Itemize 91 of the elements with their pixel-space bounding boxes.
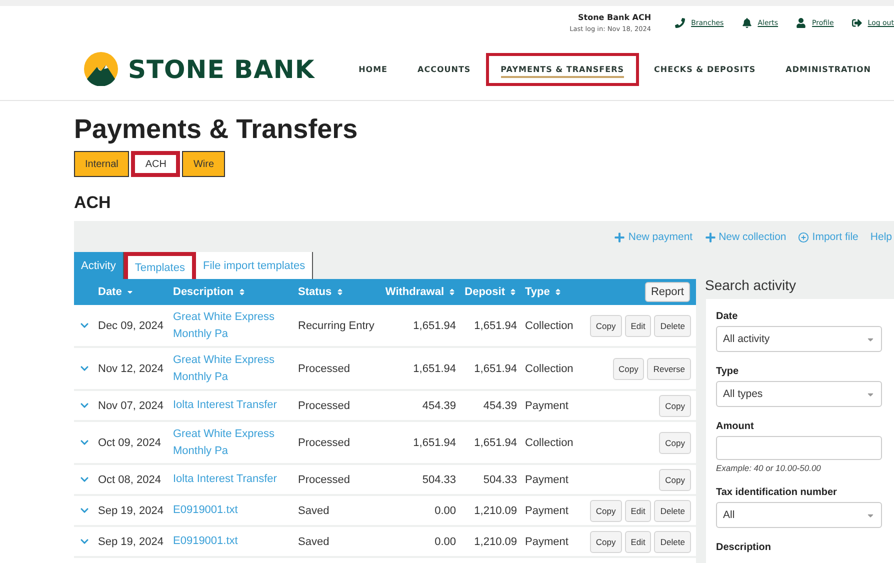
field-label: Tax identification number bbox=[716, 487, 838, 498]
nav-item[interactable]: CHECKS & DEPOSITS bbox=[639, 52, 771, 86]
search-title: Search activity bbox=[705, 276, 798, 295]
user-name: Stone Bank ACH bbox=[578, 13, 652, 22]
status-cell: Saved bbox=[298, 504, 330, 516]
row-action-button[interactable]: Copy bbox=[590, 500, 622, 522]
withdrawal-cell: 1,651.94 bbox=[413, 320, 456, 332]
deposit-cell: 1,651.94 bbox=[474, 362, 517, 374]
status-cell: Processed bbox=[298, 362, 350, 374]
tab[interactable]: ACH bbox=[131, 151, 180, 177]
row-action-button[interactable]: Copy bbox=[659, 394, 691, 416]
type-cell: Collection bbox=[525, 362, 574, 374]
chevron-down-icon[interactable] bbox=[80, 438, 89, 447]
date-cell: Oct 09, 2024 bbox=[98, 436, 161, 448]
row-action-button[interactable]: Copy bbox=[659, 468, 691, 490]
chevron-down-icon[interactable] bbox=[80, 321, 89, 330]
row-action-button[interactable]: Edit bbox=[624, 500, 652, 522]
field-label: Type bbox=[716, 366, 740, 377]
select-field[interactable]: All types bbox=[716, 381, 882, 407]
select-value: All types bbox=[723, 388, 763, 400]
deposit-cell: 1,210.09 bbox=[474, 536, 517, 548]
withdrawal-cell: 0.00 bbox=[434, 536, 456, 548]
status-cell: Recurring Entry bbox=[298, 320, 374, 332]
select-field[interactable]: All activity bbox=[716, 326, 882, 352]
date-cell: Oct 08, 2024 bbox=[98, 474, 161, 486]
nav-item[interactable]: ADMINISTRATION bbox=[770, 52, 886, 86]
chevron-down-icon[interactable] bbox=[80, 364, 89, 373]
plus-icon bbox=[614, 232, 626, 242]
mountain-logo-icon bbox=[84, 52, 118, 86]
page-title: Payments & Transfers bbox=[74, 114, 359, 145]
status-cell: Processed bbox=[298, 400, 350, 412]
field-label: Date bbox=[716, 311, 739, 322]
withdrawal-cell: 1,651.94 bbox=[413, 362, 456, 374]
nav-item[interactable]: ACCOUNTS bbox=[402, 52, 486, 86]
row-action-button[interactable]: Delete bbox=[654, 530, 691, 552]
chevron-down-icon[interactable] bbox=[80, 401, 89, 410]
withdrawal-cell: 0.00 bbox=[434, 504, 456, 516]
phone-icon bbox=[675, 18, 686, 28]
bell-icon bbox=[742, 18, 752, 28]
row-action-button[interactable]: Reverse bbox=[647, 358, 691, 380]
date-cell: Sep 19, 2024 bbox=[98, 504, 164, 516]
date-cell: Sep 19, 2024 bbox=[98, 536, 164, 548]
plus-icon bbox=[704, 232, 716, 242]
user-icon bbox=[796, 18, 806, 28]
date-cell: Dec 09, 2024 bbox=[98, 320, 164, 332]
withdrawal-cell: 504.33 bbox=[422, 474, 456, 486]
field-hint: Example: 40 or 10.00-50.00 bbox=[716, 463, 822, 473]
row-action-button[interactable]: Edit bbox=[624, 314, 652, 336]
logo-text: STONE BANK bbox=[128, 54, 315, 84]
type-cell: Payment bbox=[525, 536, 568, 548]
field-label: Description bbox=[716, 542, 772, 553]
type-cell: Payment bbox=[525, 504, 568, 516]
report-button[interactable]: Report bbox=[644, 282, 690, 302]
date-cell: Nov 07, 2024 bbox=[98, 400, 164, 412]
chevron-down-icon[interactable] bbox=[80, 537, 89, 546]
logout-icon bbox=[852, 18, 862, 28]
select-value: All activity bbox=[723, 333, 770, 345]
section-title: ACH bbox=[74, 193, 112, 213]
deposit-cell: 1,210.09 bbox=[474, 504, 517, 516]
deposit-cell: 504.33 bbox=[483, 474, 517, 486]
row-action-button[interactable]: Edit bbox=[624, 530, 652, 552]
type-cell: Collection bbox=[525, 436, 574, 448]
tab[interactable]: Wire bbox=[182, 151, 226, 177]
row-action-button[interactable]: Copy bbox=[659, 432, 691, 454]
deposit-cell: 454.39 bbox=[483, 400, 517, 412]
input-field[interactable] bbox=[716, 436, 882, 460]
select-field[interactable]: All bbox=[716, 502, 882, 528]
circle-plus-icon bbox=[798, 232, 810, 242]
withdrawal-cell: 454.39 bbox=[422, 400, 456, 412]
date-cell: Nov 12, 2024 bbox=[98, 362, 164, 374]
select-value: All bbox=[723, 509, 735, 521]
chevron-down-icon[interactable] bbox=[80, 506, 89, 515]
row-action-button[interactable]: Copy bbox=[590, 314, 622, 336]
deposit-cell: 1,651.94 bbox=[474, 436, 517, 448]
type-cell: Payment bbox=[525, 474, 568, 486]
field-label: Amount bbox=[716, 421, 755, 432]
row-action-button[interactable]: Delete bbox=[654, 314, 691, 336]
row-action-button[interactable]: Delete bbox=[654, 500, 691, 522]
status-cell: Processed bbox=[298, 436, 350, 448]
tab[interactable]: Internal bbox=[74, 151, 130, 177]
nav-item[interactable]: HOME bbox=[344, 52, 403, 86]
type-cell: Payment bbox=[525, 400, 568, 412]
type-cell: Collection bbox=[525, 320, 574, 332]
chevron-down-icon[interactable] bbox=[80, 475, 89, 484]
row-action-button[interactable]: Copy bbox=[590, 530, 622, 552]
nav-item[interactable]: PAYMENTS & TRANSFERS bbox=[486, 52, 640, 86]
status-cell: Saved bbox=[298, 536, 330, 548]
status-cell: Processed bbox=[298, 474, 350, 486]
deposit-cell: 1,651.94 bbox=[474, 320, 517, 332]
withdrawal-cell: 1,651.94 bbox=[413, 436, 456, 448]
row-action-button[interactable]: Copy bbox=[612, 358, 644, 380]
